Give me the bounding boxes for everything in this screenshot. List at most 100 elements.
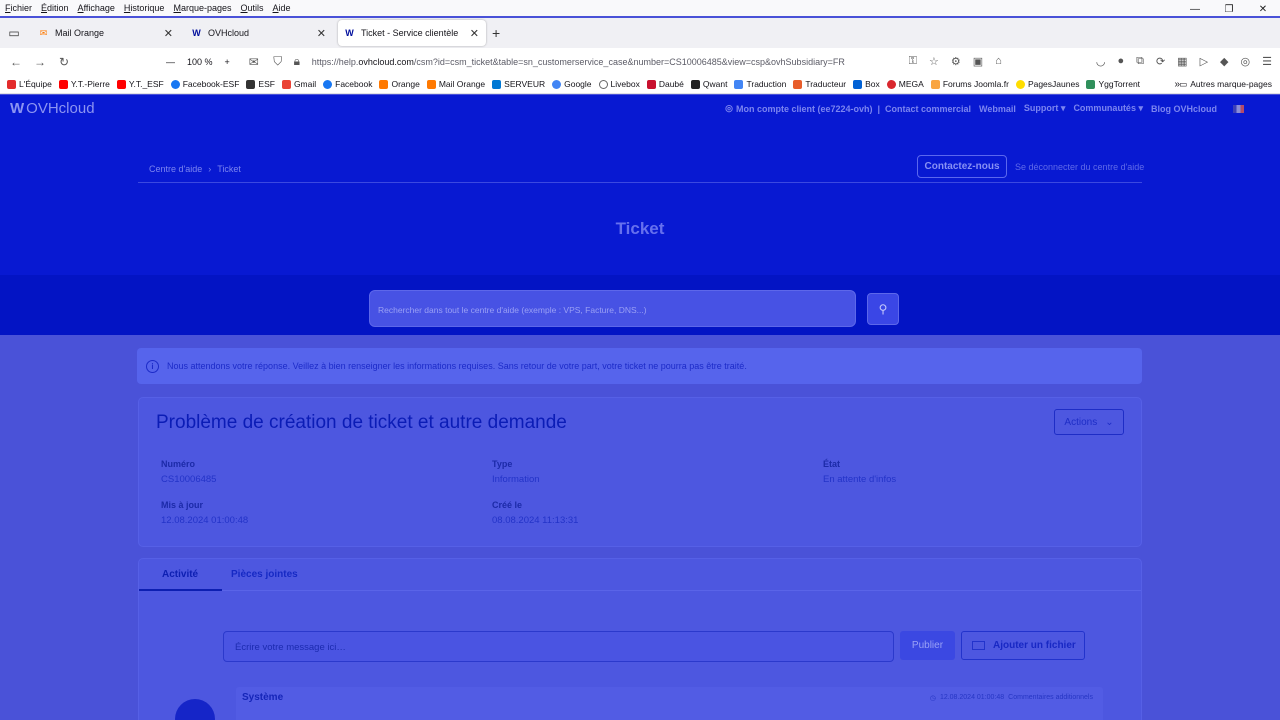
lock-icon[interactable]: 🔒︎ <box>290 54 304 69</box>
actions-button[interactable]: Actions ⌄ <box>1054 409 1124 435</box>
settings-icon[interactable]: ⚙ <box>951 55 961 68</box>
mail-orange-favicon-icon: ✉ <box>39 27 48 38</box>
close-tab-icon[interactable]: ✕ <box>317 27 326 40</box>
tab-activity[interactable]: Activité <box>162 569 198 580</box>
search-input[interactable]: Rechercher dans tout le centre d'aide (e… <box>369 290 856 327</box>
tab-attachments[interactable]: Pièces jointes <box>231 569 298 580</box>
menu-aide[interactable]: Aide <box>273 3 291 13</box>
contact-button[interactable]: Contactez-nous <box>917 155 1007 178</box>
bookmark-item[interactable]: Livebox <box>598 79 640 89</box>
account-link[interactable]: Mon compte client (ee7224-ovh) <box>736 104 873 114</box>
separator: | <box>877 103 881 114</box>
type-value: Information <box>492 474 540 485</box>
mega-icon <box>886 79 896 89</box>
tab-ovhcloud[interactable]: W OVHcloud ✕ <box>185 20 333 46</box>
tab-label: Ticket - Service clientèle <box>361 28 459 38</box>
close-tab-icon[interactable]: ✕ <box>164 27 173 40</box>
bookmark-item[interactable]: L'Équipe <box>7 79 52 89</box>
tab-list-icon[interactable]: ▭ <box>1 20 27 46</box>
navigation-bar: ← → ↻ — 100 % + ✉ ⛉ 🔒︎ https://help. ovhc… <box>0 48 1280 75</box>
contact-commercial-link[interactable]: Contact commercial <box>885 104 971 114</box>
menu-outils[interactable]: Outils <box>241 3 264 13</box>
minimize-icon[interactable]: — <box>1178 0 1212 18</box>
bookmark-item[interactable]: Forums Joomla.fr <box>930 79 1009 89</box>
bookmark-item[interactable]: YggTorrent <box>1086 79 1140 89</box>
communities-menu[interactable]: Communautés ▾ <box>1073 103 1143 114</box>
menu-marque-pages[interactable]: Marque-pages <box>173 3 231 13</box>
bookmark-item[interactable]: PagesJaunes <box>1015 79 1079 89</box>
menu-affichage[interactable]: Affichage <box>78 3 115 13</box>
publish-button[interactable]: Publier <box>900 631 955 660</box>
page-title: Ticket <box>615 219 665 238</box>
close-window-icon[interactable]: ✕ <box>1246 0 1280 18</box>
youtube-icon <box>58 79 68 89</box>
zoom-level[interactable]: 100 % <box>187 57 213 67</box>
menu-edition[interactable]: Édition <box>41 3 69 13</box>
bookmark-star-icon[interactable]: ☆ <box>929 55 939 68</box>
sync-icon[interactable]: ⟳ <box>1156 55 1165 68</box>
reader-icon[interactable]: ▷ <box>1200 55 1208 68</box>
mail-icon[interactable]: ✉ <box>242 55 266 69</box>
ovhcloud-logo[interactable]: W OVHcloud <box>10 100 95 117</box>
restore-icon[interactable]: ❐ <box>1212 0 1246 18</box>
back-icon[interactable]: ← <box>4 55 28 69</box>
profile-icon[interactable]: ● <box>1117 55 1124 68</box>
webmail-link[interactable]: Webmail <box>979 104 1016 114</box>
bookmark-item[interactable]: Gmail <box>281 79 316 89</box>
search-button[interactable]: ⚲ <box>867 293 899 325</box>
bookmark-item[interactable]: Traducteur <box>793 79 846 89</box>
bookmark-item[interactable]: ESF <box>246 79 275 89</box>
extensions-icon[interactable]: ⧉ <box>1136 55 1144 68</box>
home-icon[interactable]: ⌂ <box>995 55 1002 68</box>
bookmark-item[interactable]: Qwant <box>690 79 727 89</box>
url-bar[interactable]: https://help. ovhcloud.com/csm?id=csm_tic… <box>312 57 845 67</box>
bookmark-item[interactable]: Orange <box>379 79 420 89</box>
bookmark-item[interactable]: Facebook <box>323 79 372 89</box>
reload-icon[interactable]: ↻ <box>52 55 76 69</box>
vpn-icon[interactable]: ◎ <box>1241 55 1251 68</box>
tab-strip: ▭ ✉ Mail Orange ✕ W OVHcloud ✕ W Ticket … <box>0 18 1280 48</box>
bookmark-item[interactable]: Mail Orange <box>426 79 485 89</box>
bookmark-item[interactable]: Daubé <box>646 79 684 89</box>
message-input[interactable]: Écrire votre message ici… <box>223 631 894 662</box>
addon-icon[interactable]: ▦ <box>1177 55 1187 68</box>
menu-fichier[interactable]: Fichier <box>5 3 32 13</box>
zoom-in-icon[interactable]: + <box>225 57 230 67</box>
pin-icon[interactable]: ◆ <box>1220 55 1228 68</box>
breadcrumb-home[interactable]: Centre d'aide <box>149 164 202 174</box>
screenshot-icon[interactable]: ▣ <box>973 55 983 68</box>
support-menu[interactable]: Support ▾ <box>1024 103 1066 114</box>
shield-icon[interactable]: ⛉ <box>266 54 290 69</box>
bookmark-item[interactable]: Traduction <box>734 79 786 89</box>
tab-mail-orange[interactable]: ✉ Mail Orange ✕ <box>32 20 180 46</box>
url-host: ovhcloud.com <box>358 56 414 67</box>
tab-ticket[interactable]: W Ticket - Service clientèle ✕ <box>338 20 486 46</box>
disconnect-link[interactable]: Se déconnecter du centre d'aide <box>1015 162 1144 172</box>
bookmark-item[interactable]: Facebook-ESF <box>170 79 239 89</box>
add-file-button[interactable]: Ajouter un fichier <box>961 631 1085 660</box>
avatar <box>175 699 215 720</box>
flag-icon[interactable] <box>1233 104 1244 113</box>
close-tab-icon[interactable]: ✕ <box>470 27 479 40</box>
other-bookmarks[interactable]: ▭ Autres marque-pages <box>1179 79 1272 90</box>
blog-link[interactable]: Blog OVHcloud <box>1151 104 1217 114</box>
forward-icon[interactable]: → <box>28 55 52 69</box>
window-controls: — ❐ ✕ <box>1178 0 1280 18</box>
bookmark-item[interactable]: Google <box>552 79 592 89</box>
pocket-icon[interactable]: ◡ <box>1096 55 1106 68</box>
orange-icon <box>379 79 389 89</box>
menu-historique[interactable]: Historique <box>124 3 165 13</box>
zoom-out-icon[interactable]: — <box>166 57 175 67</box>
menu-icon[interactable]: ☰ <box>1262 55 1272 68</box>
menu-bar: Fichier Édition Affichage Historique Mar… <box>0 0 1280 16</box>
bookmark-item[interactable]: Y.T._ESF <box>116 79 164 89</box>
created-value: 08.08.2024 11:13:31 <box>492 515 579 526</box>
new-tab-icon[interactable]: + <box>492 25 500 41</box>
bookmark-item[interactable]: MEGA <box>886 79 924 89</box>
bookmark-item[interactable]: Box <box>853 79 880 89</box>
bookmark-item[interactable]: SERVEUR <box>492 79 545 89</box>
key-icon[interactable]: ⚿ <box>909 55 917 68</box>
ovh-logo-icon: W <box>10 100 25 117</box>
account-icon: ◎ <box>725 103 733 113</box>
bookmark-item[interactable]: Y.T.-Pierre <box>58 79 110 89</box>
